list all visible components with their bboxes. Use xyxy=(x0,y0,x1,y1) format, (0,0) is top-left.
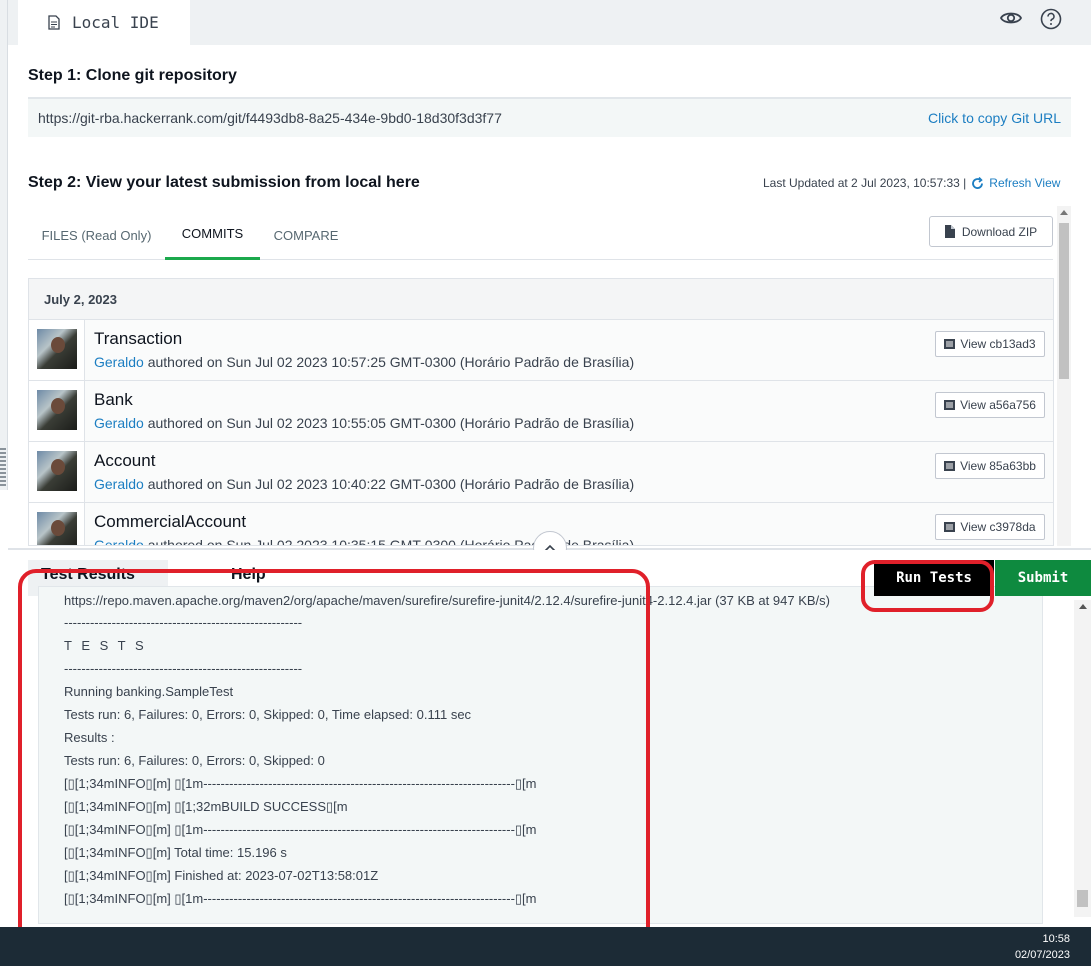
commit-meta: Geraldo authored on Sun Jul 02 2023 10:4… xyxy=(94,476,635,492)
git-url-text: https://git-rba.hackerrank.com/git/f4493… xyxy=(38,110,502,126)
commit-author-link[interactable]: Geraldo xyxy=(94,537,144,545)
commit-row: Account Geraldo authored on Sun Jul 02 2… xyxy=(29,442,1053,503)
refresh-view-link[interactable]: Refresh View xyxy=(989,176,1060,190)
list-icon xyxy=(944,461,956,471)
annotation-highlight-run-tests xyxy=(861,560,994,612)
list-icon xyxy=(944,400,956,410)
commit-author-link[interactable]: Geraldo xyxy=(94,354,144,370)
commit-title: Bank xyxy=(94,390,133,409)
view-commit-button[interactable]: View c3978da xyxy=(935,514,1045,540)
taskbar: 10:58 02/07/2023 xyxy=(0,927,1091,966)
taskbar-clock[interactable]: 10:58 02/07/2023 xyxy=(1015,931,1070,963)
commit-author-link[interactable]: Geraldo xyxy=(94,415,144,431)
download-zip-button[interactable]: Download ZIP xyxy=(929,216,1053,247)
commit-meta: Geraldo authored on Sun Jul 02 2023 10:5… xyxy=(94,354,635,370)
view-commit-button[interactable]: View cb13ad3 xyxy=(935,331,1045,357)
scroll-up-arrow-icon[interactable] xyxy=(1060,210,1068,215)
last-updated-text: Last Updated at 2 Jul 2023, 10:57:33 | xyxy=(763,176,967,190)
tab-local-ide[interactable]: Local IDE xyxy=(18,0,190,45)
clock-date: 02/07/2023 xyxy=(1014,949,1070,961)
avatar xyxy=(29,442,85,502)
refresh-icon[interactable] xyxy=(971,176,984,190)
commits-list: July 2, 2023 Transaction Geraldo authore… xyxy=(28,278,1054,546)
scroll-up-arrow-icon[interactable] xyxy=(1079,604,1087,609)
document-icon xyxy=(48,15,60,30)
step2-title: Step 2: View your latest submission from… xyxy=(28,174,420,191)
tab-commits[interactable]: COMMITS xyxy=(165,210,260,260)
commit-title: Transaction xyxy=(94,329,183,348)
commit-date-header: July 2, 2023 xyxy=(29,279,1053,320)
file-icon xyxy=(944,225,955,238)
tab-local-ide-label: Local IDE xyxy=(72,13,159,32)
git-url-box: https://git-rba.hackerrank.com/git/f4493… xyxy=(28,97,1071,137)
commit-meta: Geraldo authored on Sun Jul 02 2023 10:5… xyxy=(94,415,635,431)
scrollbar-thumb[interactable] xyxy=(1059,223,1069,379)
commit-title: CommercialAccount xyxy=(94,512,247,531)
view-commit-button[interactable]: View a56a756 xyxy=(935,392,1045,418)
scrollbar-thumb[interactable] xyxy=(1077,890,1088,907)
view-commit-button[interactable]: View 85a63bb xyxy=(935,453,1045,479)
avatar xyxy=(29,503,85,545)
last-updated: Last Updated at 2 Jul 2023, 10:57:33 | R… xyxy=(763,176,1060,190)
submit-button[interactable]: Submit xyxy=(995,560,1091,596)
avatar xyxy=(29,320,85,380)
download-zip-label: Download ZIP xyxy=(961,224,1038,239)
copy-git-url-link[interactable]: Click to copy Git URL xyxy=(928,110,1061,126)
help-icon[interactable] xyxy=(1040,8,1062,30)
commit-row: Transaction Geraldo authored on Sun Jul … xyxy=(29,320,1053,381)
list-icon xyxy=(944,522,956,532)
clock-time: 10:58 xyxy=(1042,933,1070,945)
tab-compare[interactable]: COMPARE xyxy=(260,210,352,260)
resize-grip-icon[interactable] xyxy=(0,448,6,488)
commit-row: Bank Geraldo authored on Sun Jul 02 2023… xyxy=(29,381,1053,442)
step1-title: Step 1: Clone git repository xyxy=(28,67,237,84)
left-panel-edge xyxy=(0,0,8,490)
eye-icon[interactable] xyxy=(999,8,1023,28)
submission-tabs: FILES (Read Only) COMMITS COMPARE xyxy=(28,210,1053,260)
commits-scrollbar[interactable] xyxy=(1057,206,1071,546)
console-scrollbar[interactable] xyxy=(1074,600,1091,917)
commit-author-link[interactable]: Geraldo xyxy=(94,476,144,492)
annotation-highlight-results xyxy=(18,569,650,949)
commit-title: Account xyxy=(94,451,156,470)
list-icon xyxy=(944,339,956,349)
tab-files[interactable]: FILES (Read Only) xyxy=(28,210,165,260)
avatar xyxy=(29,381,85,441)
